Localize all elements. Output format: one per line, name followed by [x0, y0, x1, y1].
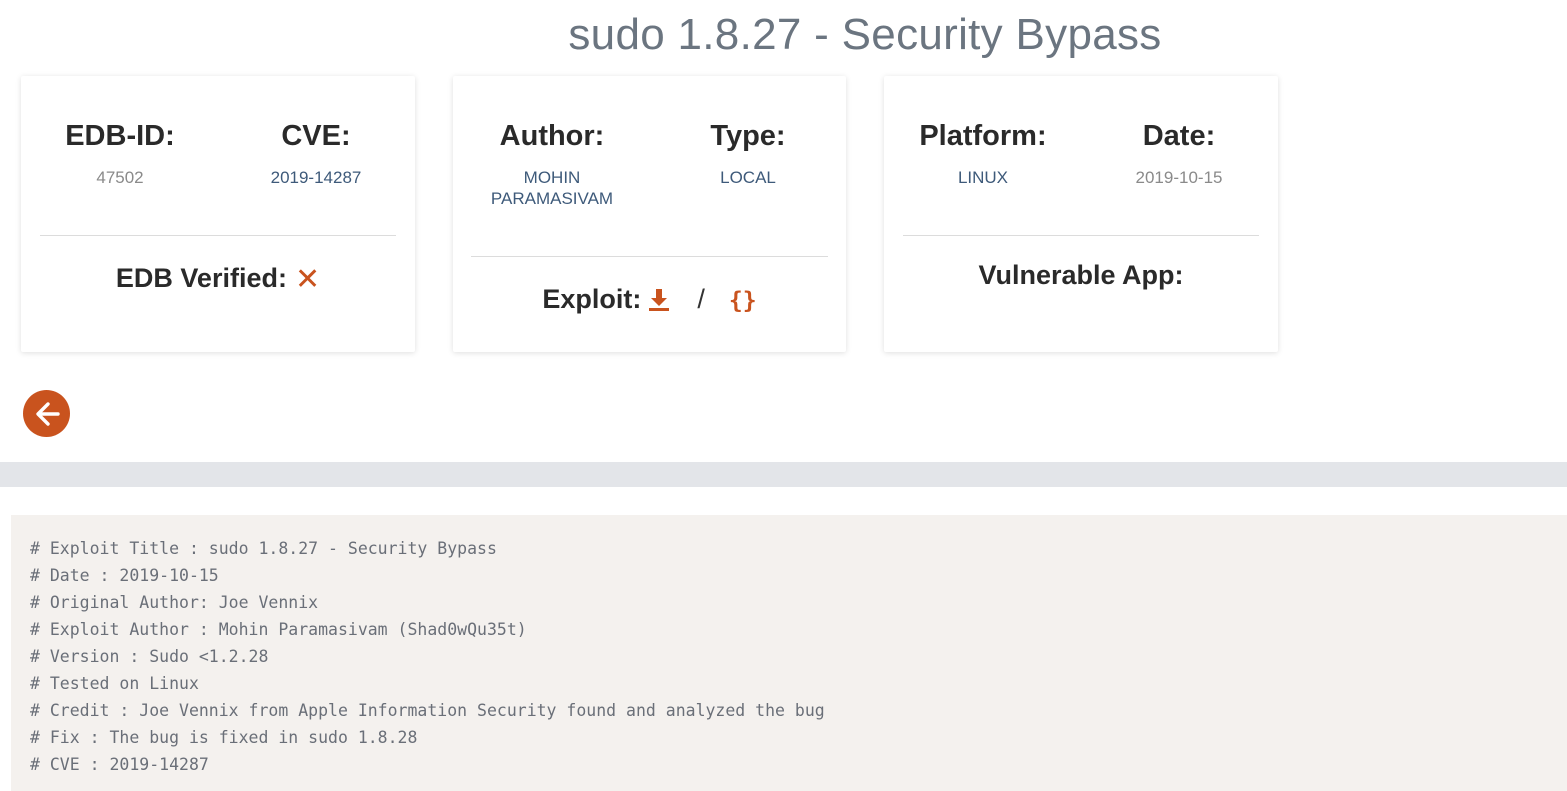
card-edb-info: EDB-ID: 47502 CVE: 2019-14287 EDB Verifi… — [21, 76, 415, 352]
code-line: # Tested on Linux — [30, 674, 199, 693]
vulnerable-app-label: Vulnerable App: — [978, 260, 1184, 290]
edb-id-column: EDB-ID: 47502 — [35, 120, 205, 188]
edb-id-value: 47502 — [96, 168, 144, 187]
exploit-row: Exploit: / {} — [453, 284, 846, 318]
type-column: Type: LOCAL — [663, 120, 833, 188]
card-divider — [40, 235, 396, 236]
cve-label: CVE: — [281, 120, 351, 152]
vulnerable-app-row: Vulnerable App: — [884, 260, 1278, 291]
author-link[interactable]: MOHIN PARAMASIVAM — [477, 167, 627, 209]
platform-label: Platform: — [919, 120, 1047, 152]
edb-verified-row: EDB Verified: ✕ — [21, 262, 415, 297]
exploit-code: # Exploit Title : sudo 1.8.27 - Security… — [11, 515, 1567, 778]
section-separator-band — [0, 462, 1567, 487]
cve-link[interactable]: 2019-14287 — [231, 167, 401, 188]
platform-column: Platform: LINUX — [898, 120, 1068, 188]
code-line: # Exploit Author : Mohin Paramasivam (Sh… — [30, 620, 527, 639]
date-label: Date: — [1142, 120, 1216, 152]
code-line: # Date : 2019-10-15 — [30, 566, 219, 585]
type-label: Type: — [710, 120, 786, 152]
platform-link[interactable]: LINUX — [898, 167, 1068, 188]
code-line: # Credit : Joe Vennix from Apple Informa… — [30, 701, 825, 720]
date-value: 2019-10-15 — [1135, 168, 1223, 187]
author-label: Author: — [499, 120, 605, 152]
author-column: Author: MOHIN PARAMASIVAM — [467, 120, 637, 209]
card-divider — [471, 256, 828, 257]
code-line: # Fix : The bug is fixed in sudo 1.8.28 — [30, 728, 418, 747]
date-column: Date: 2019-10-15 — [1094, 120, 1264, 188]
download-icon[interactable] — [649, 287, 670, 318]
back-button[interactable] — [23, 390, 70, 437]
cve-column: CVE: 2019-14287 — [231, 120, 401, 188]
card-divider — [903, 235, 1259, 236]
code-line: # Version : Sudo <1.2.28 — [30, 647, 269, 666]
view-raw-icon[interactable]: {} — [729, 288, 757, 314]
code-line: # Exploit Title : sudo 1.8.27 - Security… — [30, 539, 497, 558]
x-icon: ✕ — [294, 263, 321, 296]
card-author-info: Author: MOHIN PARAMASIVAM Type: LOCAL Ex… — [453, 76, 846, 352]
exploit-separator: / — [697, 284, 705, 314]
edb-id-label: EDB-ID: — [65, 120, 175, 152]
arrow-left-icon — [35, 401, 60, 426]
page-title: sudo 1.8.27 - Security Bypass — [568, 10, 1162, 59]
exploit-label: Exploit: — [542, 284, 642, 314]
code-line: # CVE : 2019-14287 — [30, 755, 209, 774]
card-platform-info: Platform: LINUX Date: 2019-10-15 Vulnera… — [884, 76, 1278, 352]
code-line: # Original Author: Joe Vennix — [30, 593, 319, 612]
exploit-code-block: # Exploit Title : sudo 1.8.27 - Security… — [11, 515, 1567, 791]
type-link[interactable]: LOCAL — [663, 167, 833, 188]
edb-verified-label: EDB Verified: — [115, 263, 287, 293]
